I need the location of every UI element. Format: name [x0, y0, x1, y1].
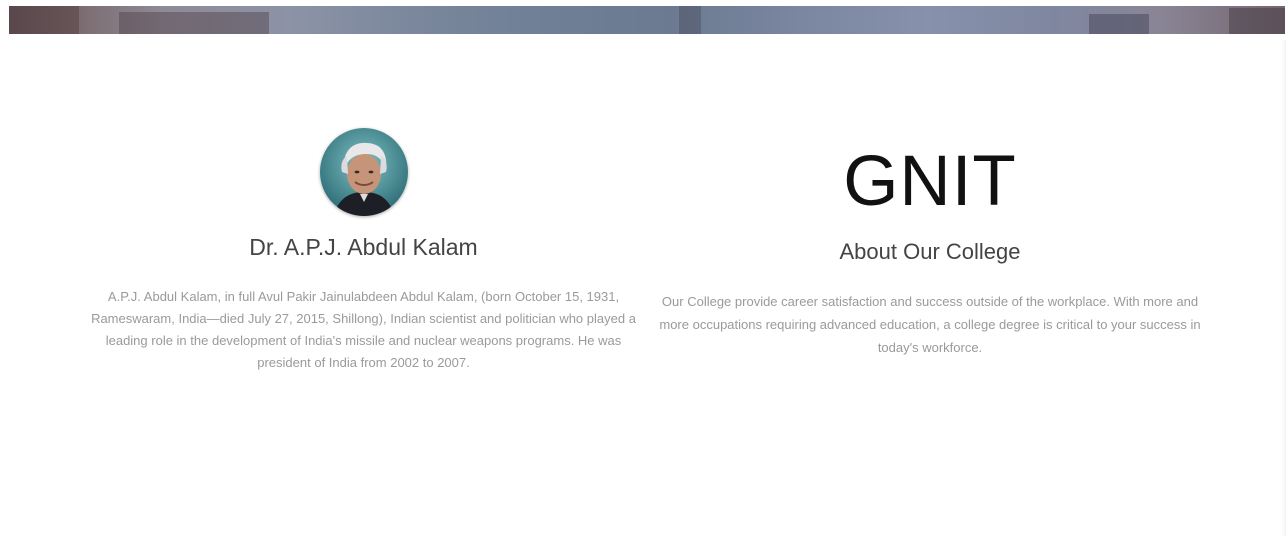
profile-section: Dr. A.P.J. Abdul Kalam A.P.J. Abdul Kala…: [86, 128, 641, 374]
banner-tower-shape: [679, 6, 701, 34]
scrollbar-track[interactable]: [1282, 40, 1286, 536]
college-description: Our College provide career satisfaction …: [659, 294, 1201, 355]
hero-banner-image: [9, 6, 1285, 34]
college-heading: About Our College: [839, 239, 1021, 264]
college-logo: GNIT: [843, 142, 1017, 221]
banner-building-shape: [9, 6, 79, 34]
banner-building-shape: [1229, 8, 1285, 34]
profile-bio: A.P.J. Abdul Kalam, in full Avul Pakir J…: [91, 289, 636, 370]
profile-name: Dr. A.P.J. Abdul Kalam: [249, 234, 478, 260]
banner-building-shape: [119, 12, 269, 34]
page: Dr. A.P.J. Abdul Kalam A.P.J. Abdul Kala…: [0, 0, 1286, 536]
banner-building-shape: [1089, 14, 1149, 34]
profile-avatar: [319, 128, 408, 216]
college-section: GNIT About Our College Our College provi…: [650, 140, 1210, 359]
portrait-icon: [319, 128, 408, 216]
